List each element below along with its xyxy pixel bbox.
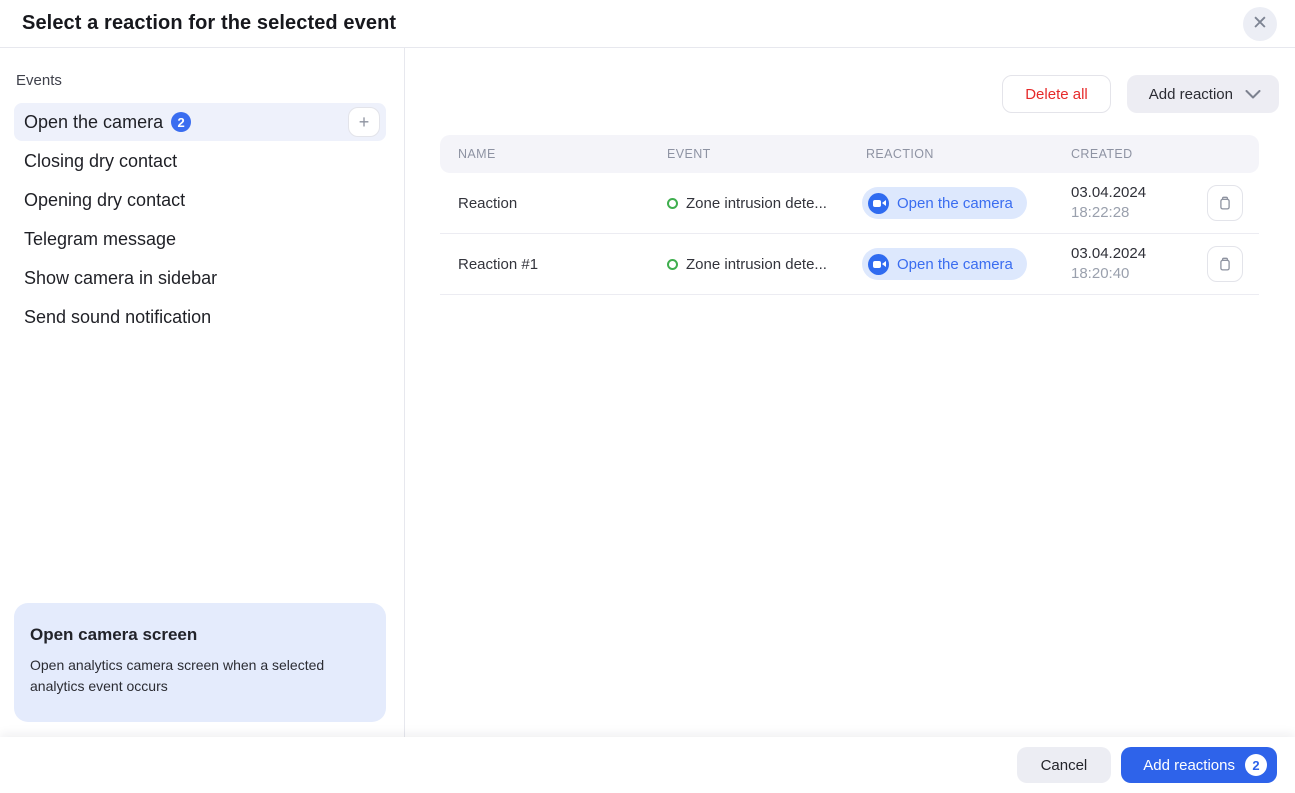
reaction-pill[interactable]: Open the camera — [862, 248, 1027, 280]
info-box-description: Open analytics camera screen when a sele… — [30, 655, 360, 698]
reactions-toolbar: Delete all Add reaction — [405, 75, 1279, 113]
sidebar-item-opening-dry-contact[interactable]: Opening dry contact — [14, 181, 386, 219]
reaction-pill-label: Open the camera — [897, 195, 1013, 212]
table-header-row: NAME EVENT REACTION CREATED — [440, 135, 1259, 173]
add-reaction-dropdown-button[interactable]: Add reaction — [1127, 75, 1279, 113]
trash-icon — [1217, 256, 1233, 273]
event-status-ring-icon — [667, 198, 678, 209]
column-header-reaction: REACTION — [848, 147, 1053, 161]
sidebar-item-send-sound-notification[interactable]: Send sound notification — [14, 298, 386, 336]
event-label: Telegram message — [24, 229, 176, 250]
event-label: Open the camera — [24, 112, 163, 133]
column-header-name: NAME — [440, 147, 649, 161]
plus-icon: + — [359, 113, 370, 131]
close-button[interactable]: ✕ — [1243, 7, 1277, 41]
reactions-panel: Delete all Add reaction NAME EVENT REACT… — [405, 48, 1295, 737]
created-date: 03.04.2024 — [1071, 183, 1207, 203]
reaction-cell: Open the camera — [848, 187, 1053, 219]
add-reaction-label: Add reaction — [1149, 86, 1233, 103]
reaction-name: Reaction — [440, 195, 649, 212]
modal-title: Select a reaction for the selected event — [22, 12, 396, 35]
add-reactions-button[interactable]: Add reactions 2 — [1121, 747, 1277, 783]
add-reactions-label: Add reactions — [1143, 757, 1235, 774]
chevron-down-icon — [1245, 90, 1261, 99]
modal-body: Events Open the camera 2 + Closing dry c… — [0, 48, 1295, 737]
sidebar-item-show-camera-in-sidebar[interactable]: Show camera in sidebar — [14, 259, 386, 297]
event-name: Zone intrusion dete... — [686, 256, 827, 273]
event-cell: Zone intrusion dete... — [649, 195, 848, 212]
event-count-badge: 2 — [171, 112, 191, 132]
column-header-created: CREATED — [1053, 147, 1207, 161]
camera-icon — [868, 193, 889, 214]
event-name: Zone intrusion dete... — [686, 195, 827, 212]
modal-header: Select a reaction for the selected event… — [0, 0, 1295, 48]
reaction-pill-label: Open the camera — [897, 256, 1013, 273]
cancel-button[interactable]: Cancel — [1017, 747, 1112, 783]
add-event-reaction-button[interactable]: + — [348, 107, 380, 137]
reaction-name: Reaction #1 — [440, 256, 649, 273]
event-status-ring-icon — [667, 259, 678, 270]
created-cell: 03.04.2024 18:22:28 — [1053, 183, 1207, 223]
add-reactions-count-badge: 2 — [1245, 754, 1267, 776]
event-label: Opening dry contact — [24, 190, 185, 211]
info-box-title: Open camera screen — [30, 625, 366, 645]
delete-row-button[interactable] — [1207, 185, 1243, 221]
camera-icon — [868, 254, 889, 275]
column-header-event: EVENT — [649, 147, 848, 161]
close-icon: ✕ — [1252, 14, 1268, 33]
event-info-box: Open camera screen Open analytics camera… — [14, 603, 386, 722]
reactions-table: NAME EVENT REACTION CREATED Reaction Zon… — [440, 135, 1259, 295]
trash-icon — [1217, 195, 1233, 212]
modal-footer: Cancel Add reactions 2 — [0, 737, 1295, 793]
delete-all-button[interactable]: Delete all — [1002, 75, 1111, 113]
created-cell: 03.04.2024 18:20:40 — [1053, 244, 1207, 284]
event-label: Show camera in sidebar — [24, 268, 217, 289]
events-sidebar: Events Open the camera 2 + Closing dry c… — [0, 48, 405, 737]
event-list: Open the camera 2 + Closing dry contact … — [0, 103, 404, 337]
events-heading: Events — [0, 48, 404, 103]
delete-row-button[interactable] — [1207, 246, 1243, 282]
reaction-pill[interactable]: Open the camera — [862, 187, 1027, 219]
sidebar-item-closing-dry-contact[interactable]: Closing dry contact — [14, 142, 386, 180]
reaction-select-modal: Select a reaction for the selected event… — [0, 0, 1295, 793]
created-time: 18:20:40 — [1071, 264, 1207, 284]
created-time: 18:22:28 — [1071, 203, 1207, 223]
sidebar-item-open-the-camera[interactable]: Open the camera 2 + — [14, 103, 386, 141]
table-row: Reaction Zone intrusion dete... Open the… — [440, 173, 1259, 234]
sidebar-item-telegram-message[interactable]: Telegram message — [14, 220, 386, 258]
reaction-cell: Open the camera — [848, 248, 1053, 280]
table-row: Reaction #1 Zone intrusion dete... Open … — [440, 234, 1259, 295]
event-cell: Zone intrusion dete... — [649, 256, 848, 273]
created-date: 03.04.2024 — [1071, 244, 1207, 264]
event-label: Send sound notification — [24, 307, 211, 328]
event-label: Closing dry contact — [24, 151, 177, 172]
